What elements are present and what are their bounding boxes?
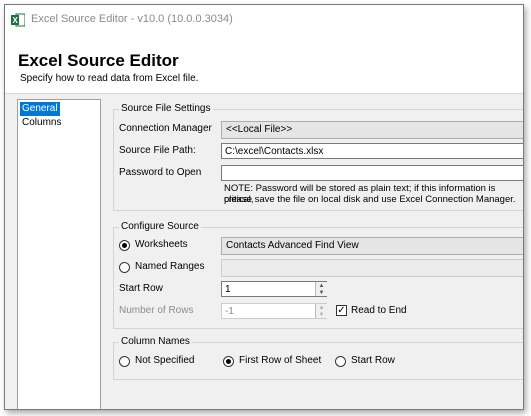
page-nav-list: General Columns (17, 99, 101, 409)
page-subtitle: Specify how to read data from Excel file… (20, 73, 199, 84)
connection-manager-label: Connection Manager (119, 123, 212, 134)
password-label: Password to Open (119, 167, 202, 178)
connection-manager-dropdown[interactable]: <<Local File>> (221, 121, 523, 139)
number-of-rows-stepper: -1 (221, 303, 327, 319)
read-to-end-checkbox[interactable]: ✓ (336, 305, 347, 316)
named-ranges-dropdown (221, 259, 523, 277)
svg-text:X: X (13, 16, 19, 25)
source-file-path-label: Source File Path: (119, 145, 196, 156)
source-file-path-input[interactable]: C:\excel\Contacts.xlsx (221, 143, 523, 159)
start-row-label: Start Row (119, 283, 163, 294)
worksheets-dropdown[interactable]: Contacts Advanced Find View (221, 237, 523, 255)
start-row-radio[interactable] (335, 356, 346, 367)
first-row-of-sheet-radio[interactable] (223, 356, 234, 367)
header-banner: Excel Source Editor Specify how to read … (5, 35, 523, 94)
named-ranges-radio[interactable] (119, 262, 130, 273)
number-of-rows-label: Number of Rows (119, 305, 194, 316)
spin-down-icon: ▼ (318, 312, 325, 318)
password-input[interactable] (221, 165, 523, 181)
source-file-settings-title: Source File Settings (119, 103, 213, 114)
excel-icon: X (11, 13, 25, 27)
title-bar: X Excel Source Editor - v10.0 (10.0.0.30… (5, 5, 523, 35)
read-to-end-label: Read to End (351, 305, 407, 316)
worksheets-radio[interactable] (119, 240, 130, 251)
nav-item-general[interactable]: General (20, 102, 60, 116)
start-row-stepper[interactable]: 1 (221, 281, 327, 297)
number-of-rows-value: -1 (225, 306, 234, 317)
excel-source-editor-window: X Excel Source Editor - v10.0 (10.0.0.30… (4, 4, 524, 410)
page-title: Excel Source Editor (18, 51, 179, 70)
configure-source-title: Configure Source (119, 221, 201, 232)
not-specified-label: Not Specified (135, 355, 195, 366)
worksheets-label: Worksheets (135, 239, 188, 250)
nav-item-columns[interactable]: Columns (20, 116, 63, 130)
start-row-option-label: Start Row (351, 355, 395, 366)
named-ranges-label: Named Ranges (135, 261, 205, 272)
start-row-value: 1 (225, 284, 231, 295)
not-specified-radio[interactable] (119, 356, 130, 367)
start-row-spinner[interactable]: ▲ ▼ (315, 282, 327, 296)
number-of-rows-spinner: ▲ ▼ (315, 304, 327, 318)
password-note-line-2: please save the file on local disk and u… (224, 194, 516, 205)
first-row-of-sheet-label: First Row of Sheet (239, 355, 322, 366)
column-names-title: Column Names (119, 336, 192, 347)
window-title: Excel Source Editor - v10.0 (10.0.0.3034… (31, 13, 233, 25)
spin-down-icon[interactable]: ▼ (316, 289, 327, 297)
